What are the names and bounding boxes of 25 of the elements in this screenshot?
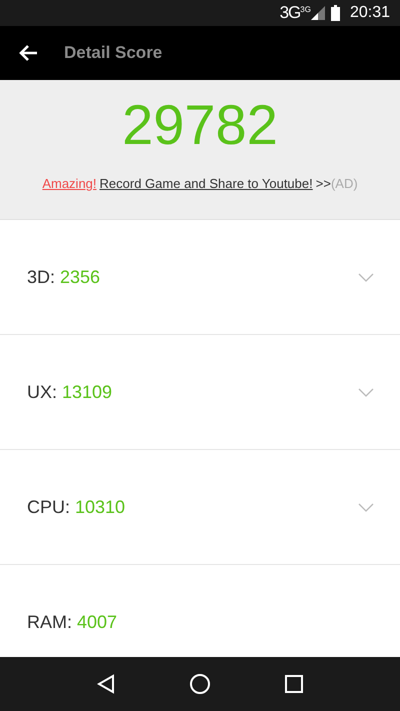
score-value: 2356: [60, 266, 100, 288]
total-score: 29782: [122, 92, 278, 158]
score-label: CPU:: [27, 496, 70, 518]
back-arrow-icon: [18, 44, 38, 62]
screen-title: Detail Score: [64, 43, 162, 63]
score-row[interactable]: CPU: 10310: [0, 450, 400, 565]
score-label: UX:: [27, 382, 58, 402]
ad-link[interactable]: Record Game and Share to Youtube!: [100, 176, 313, 191]
score-value: 13109: [62, 382, 112, 402]
score-value: 10310: [75, 496, 126, 518]
ad-tag: (AD): [330, 176, 358, 191]
circle-icon: [189, 673, 211, 695]
score-label: RAM:: [27, 612, 72, 632]
score-value: 4007: [77, 612, 118, 632]
score-row[interactable]: UX: 13109: [0, 335, 400, 450]
arrows: >>: [316, 176, 331, 191]
battery-icon: [330, 5, 340, 21]
network-type: 3G: [280, 3, 300, 23]
network-type: 3G: [300, 5, 311, 14]
score-row[interactable]: 3D: 2356: [0, 220, 400, 335]
clock: 20:31: [350, 4, 390, 22]
triangle-icon: [97, 674, 115, 694]
signal-icon: [310, 6, 325, 20]
square-icon: [285, 675, 303, 693]
score-label: 3D:: [27, 266, 56, 288]
